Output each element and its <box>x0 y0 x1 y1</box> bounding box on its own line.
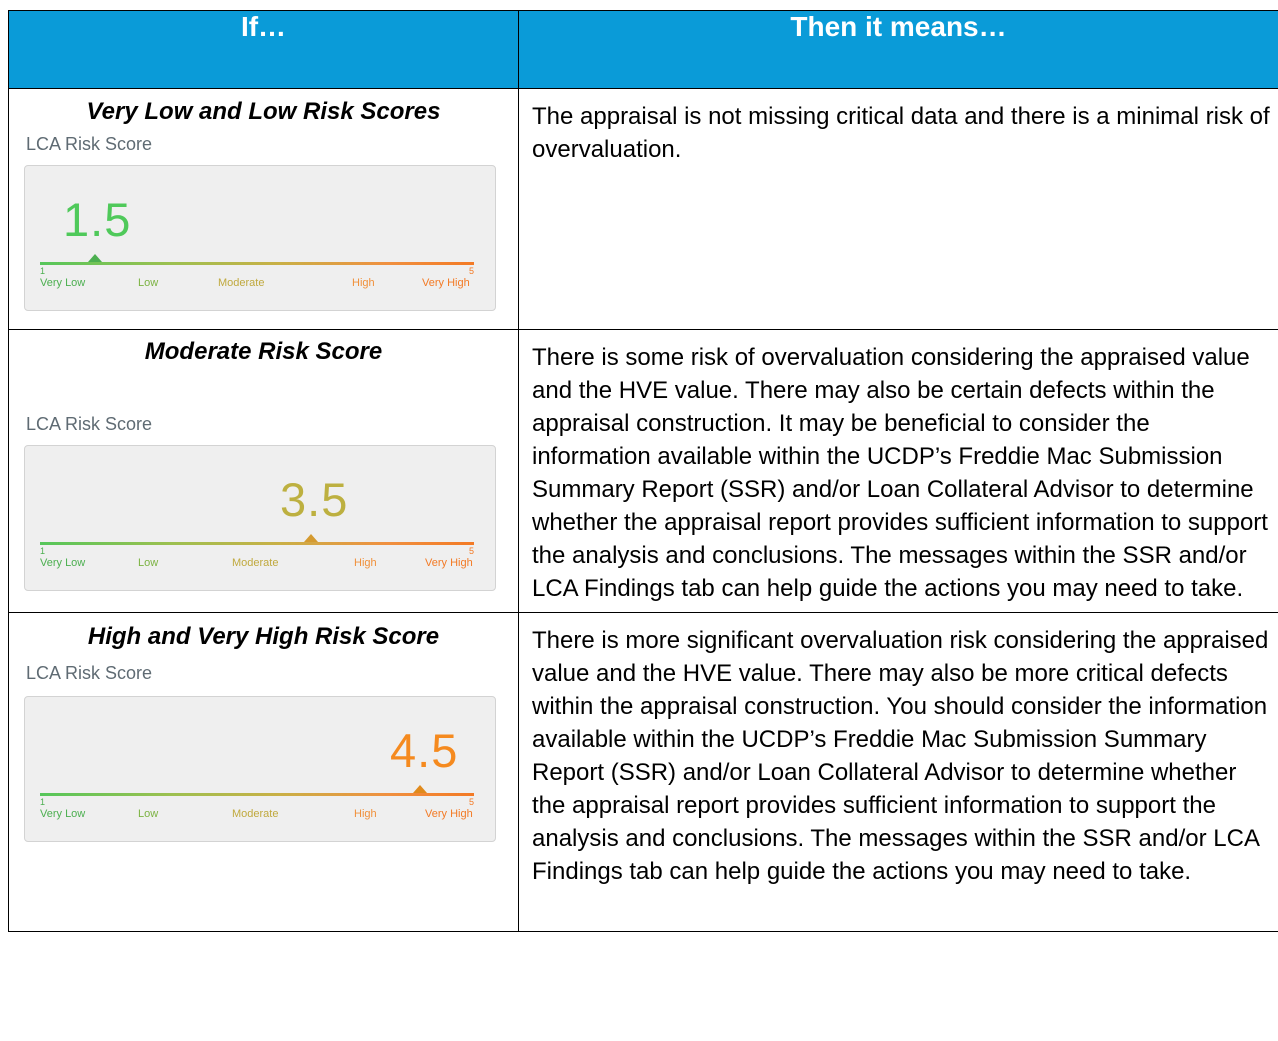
description-text: There is more significant overvaluation … <box>532 627 1269 885</box>
scale-max: 5 <box>468 266 474 276</box>
level-very-high: Very High <box>425 557 473 569</box>
table-row: Very Low and Low Risk Scores LCA Risk Sc… <box>8 88 1278 330</box>
scale-max: 5 <box>468 546 474 556</box>
if-cell: Very Low and Low Risk Scores LCA Risk Sc… <box>8 88 519 330</box>
then-cell: There is some risk of overvaluation cons… <box>518 329 1278 613</box>
table-header-row: If… Then it means… <box>8 10 1278 89</box>
case-title: Very Low and Low Risk Scores <box>86 98 441 125</box>
level-very-low: Very Low <box>40 277 86 289</box>
level-low: Low <box>138 277 159 289</box>
scale-line <box>40 262 474 265</box>
level-moderate: Moderate <box>232 557 279 569</box>
level-high: High <box>354 557 377 569</box>
if-cell: High and Very High Risk Score LCA Risk S… <box>8 612 519 932</box>
score-value: 3.5 <box>280 473 349 526</box>
level-very-low: Very Low <box>40 808 86 820</box>
scale-min: 1 <box>40 266 46 276</box>
header-if: If… <box>8 10 519 89</box>
score-value: 4.5 <box>390 724 459 777</box>
score-marker <box>88 254 102 262</box>
level-high: High <box>354 808 377 820</box>
card-label: LCA Risk Score <box>26 134 153 154</box>
risk-score-card: 3.5 1 5 Very Low Low Moderate High Very … <box>24 445 496 591</box>
level-very-high: Very High <box>425 808 473 820</box>
level-low: Low <box>138 557 159 569</box>
description-text: There is some risk of overvaluation cons… <box>532 344 1268 602</box>
then-cell: There is more significant overvaluation … <box>518 612 1278 932</box>
case-title: Moderate Risk Score <box>144 338 383 365</box>
level-low: Low <box>138 808 159 820</box>
level-moderate: Moderate <box>232 808 279 820</box>
if-cell: Moderate Risk Score LCA Risk Score 3.5 1… <box>8 329 519 613</box>
table-row: Moderate Risk Score LCA Risk Score 3.5 1… <box>8 329 1278 613</box>
risk-score-card: 1.5 1 5 Very Low Low Moderate High Very … <box>24 165 496 311</box>
card-label: LCA Risk Score <box>26 663 153 683</box>
scale-min: 1 <box>40 797 46 807</box>
score-value: 1.5 <box>63 193 132 246</box>
level-moderate: Moderate <box>218 277 265 289</box>
score-marker <box>304 534 318 542</box>
description-text: The appraisal is not missing critical da… <box>532 103 1270 163</box>
score-marker <box>413 785 427 793</box>
scale-line <box>40 542 474 545</box>
level-very-high: Very High <box>422 277 470 289</box>
then-cell: The appraisal is not missing critical da… <box>518 88 1278 330</box>
header-then: Then it means… <box>518 10 1278 89</box>
risk-score-card: 4.5 1 5 Very Low Low Moderate High Very … <box>24 696 496 842</box>
scale-max: 5 <box>468 797 474 807</box>
level-very-low: Very Low <box>40 557 86 569</box>
table-row: High and Very High Risk Score LCA Risk S… <box>8 612 1278 932</box>
level-high: High <box>352 277 375 289</box>
scale-min: 1 <box>40 546 46 556</box>
scale-line <box>40 793 474 796</box>
case-title: High and Very High Risk Score <box>87 623 440 650</box>
card-label: LCA Risk Score <box>26 414 153 434</box>
risk-score-table: If… Then it means… Very Low and Low Risk… <box>8 10 1278 932</box>
